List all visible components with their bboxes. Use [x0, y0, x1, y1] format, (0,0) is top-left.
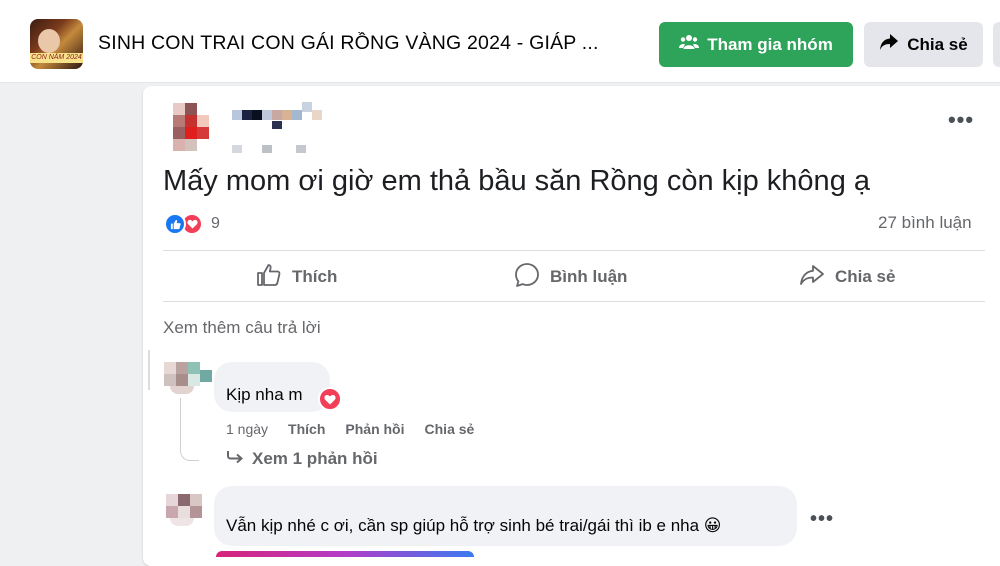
- comment-1-bubble: Kịp nha m: [214, 362, 330, 412]
- thread-edge-line: [148, 350, 150, 390]
- comment-1-reply-link[interactable]: Phản hồi: [345, 421, 404, 437]
- view-replies-label: Xem 1 phản hồi: [252, 449, 378, 468]
- post-text: Mấy mom ơi giờ em thả bầu săn Rồng còn k…: [163, 165, 871, 197]
- share-arrow-icon: [879, 33, 899, 56]
- view-replies-link[interactable]: Xem 1 phản hồi: [226, 449, 378, 469]
- divider-top: [163, 250, 985, 251]
- comment-1-like-link[interactable]: Thích: [288, 421, 325, 437]
- reactions-summary[interactable]: 9: [164, 212, 220, 236]
- comment-1-meta: 1 ngày Thích Phản hồi Chia sẻ: [226, 421, 474, 437]
- comment-action-button[interactable]: Bình luận: [514, 262, 627, 292]
- group-avatar[interactable]: CON NĂM 2024: [30, 19, 83, 69]
- comment-1-love-icon[interactable]: [318, 387, 342, 411]
- divider-bottom: [163, 301, 985, 302]
- avatar-banner-text: CON NĂM 2024: [30, 53, 83, 63]
- thumbs-up-icon: [256, 263, 282, 292]
- comment-2-text: Vẫn kịp nhé c ơi, cần sp giúp hỗ trợ sin…: [226, 516, 722, 535]
- more-options-button[interactable]: [993, 22, 1000, 67]
- comment-count[interactable]: 27 bình luận: [878, 213, 972, 233]
- next-comment-gradient-strip: [216, 551, 474, 557]
- share-action-label: Chia sẻ: [835, 267, 896, 286]
- join-group-label: Tham gia nhóm: [707, 34, 833, 54]
- share-group-label: Chia sẻ: [907, 34, 968, 54]
- share-group-button[interactable]: Chia sẻ: [864, 22, 983, 67]
- like-action-label: Thích: [292, 267, 338, 286]
- comment-2-more-dots-icon[interactable]: •••: [810, 508, 834, 531]
- comment-1-time[interactable]: 1 ngày: [226, 421, 268, 437]
- like-reaction-icon: [164, 213, 186, 235]
- reply-thread-curve: [180, 440, 199, 461]
- share-arrow-icon: [799, 263, 825, 292]
- reply-arrow-icon: [226, 449, 244, 469]
- share-action-button[interactable]: Chia sẻ: [799, 262, 895, 292]
- like-action-button[interactable]: Thích: [256, 262, 337, 292]
- comment-2-bubble: Vẫn kịp nhé c ơi, cần sp giúp hỗ trợ sin…: [214, 486, 797, 546]
- comment-bubble-icon: [514, 262, 540, 293]
- comment-action-label: Bình luận: [550, 267, 628, 286]
- group-users-icon: [679, 34, 700, 55]
- see-more-replies-link[interactable]: Xem thêm câu trả lời: [163, 318, 321, 338]
- group-header: CON NĂM 2024 SINH CON TRAI CON GÁI RỒNG …: [0, 0, 1000, 83]
- reaction-count: 9: [211, 215, 220, 232]
- comment-1-share-link[interactable]: Chia sẻ: [425, 421, 475, 437]
- comment-1-text: Kịp nha m: [226, 385, 303, 404]
- join-group-button[interactable]: Tham gia nhóm: [659, 22, 853, 67]
- post-more-dots-icon[interactable]: •••: [946, 109, 976, 134]
- avatar-face: [38, 29, 60, 53]
- group-title[interactable]: SINH CON TRAI CON GÁI RỒNG VÀNG 2024 - G…: [98, 32, 643, 55]
